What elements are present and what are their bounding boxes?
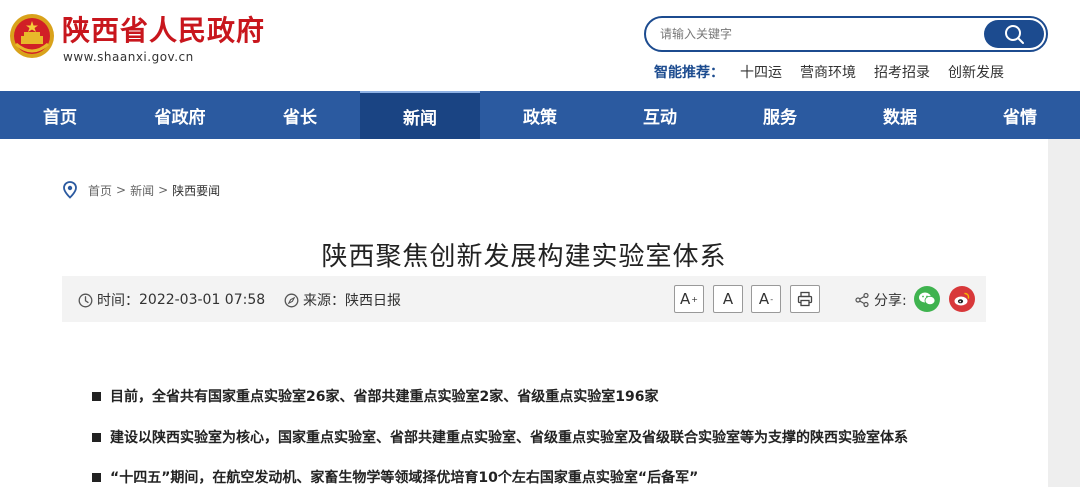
font-reset-button[interactable]: A	[713, 285, 743, 313]
nav-item-news[interactable]: 新闻	[360, 91, 480, 139]
breadcrumb: 首页 > 新闻 > 陕西要闻	[62, 181, 220, 199]
wechat-share-button[interactable]	[914, 286, 940, 312]
recommend-item[interactable]: 营商环境	[800, 62, 856, 82]
time-label: 时间：	[97, 293, 139, 309]
share-label: 分享:	[854, 290, 907, 310]
nav-item-governor[interactable]: 省长	[240, 91, 360, 139]
print-button[interactable]	[790, 285, 820, 313]
recommend-label: 智能推荐：	[654, 65, 724, 81]
wechat-icon	[919, 292, 936, 306]
weibo-icon	[954, 292, 970, 306]
font-decrease-sign: -	[770, 294, 774, 304]
article-meta-bar: 时间： 2022-03-01 07:58 来源： 陕西日报 A + A A- 分…	[62, 276, 986, 322]
recommend-item[interactable]: 创新发展	[948, 62, 1004, 82]
smart-recommend: 智能推荐： 十四运 营商环境 招考招录 创新发展	[654, 62, 1022, 82]
font-increase-label: A	[680, 290, 691, 308]
font-decrease-button[interactable]: A-	[751, 285, 781, 313]
search-button[interactable]	[984, 20, 1044, 48]
print-icon	[797, 291, 813, 307]
weibo-share-button[interactable]	[949, 286, 975, 312]
bullet-square-icon	[92, 391, 101, 401]
article-title: 陕西聚焦创新发展构建实验室体系	[321, 242, 727, 272]
breadcrumb-news[interactable]: 新闻	[130, 182, 154, 199]
font-increase-button[interactable]: A +	[674, 285, 704, 313]
font-decrease-label: A	[758, 290, 770, 308]
nav-item-home[interactable]: 首页	[0, 91, 120, 139]
source-value: 陕西日报	[345, 293, 401, 309]
main-nav: 首页 省政府 省长 新闻 政策 互动 服务 数据 省情	[0, 91, 1080, 139]
clock-icon	[78, 293, 93, 307]
breadcrumb-shaanxi-news[interactable]: 陕西要闻	[172, 182, 220, 199]
summary-bullet: 目前，全省共有国家重点实验室26家、省部共建重点实验室2家、省级重点实验室196…	[92, 386, 658, 406]
share-icon	[855, 292, 869, 308]
nav-item-data[interactable]: 数据	[840, 91, 960, 139]
search-icon	[1005, 25, 1024, 44]
nav-item-interaction[interactable]: 互动	[600, 91, 720, 139]
site-header: 陕西省人民政府 www.shaanxi.gov.cn 智能推荐： 十四运 营商环…	[0, 0, 1080, 91]
font-reset-label: A	[722, 290, 734, 308]
nav-item-provincial-government[interactable]: 省政府	[120, 91, 240, 139]
bullet-text: 建设以陕西实验室为核心，国家重点实验室、省部共建重点实验室、省级重点实验室及省级…	[110, 430, 908, 446]
summary-bullet: “十四五”期间，在航空发动机、家畜生物学等领域择优培育10个左右国家重点实验室“…	[92, 467, 698, 487]
recommend-item[interactable]: 招考招录	[874, 62, 930, 82]
source-label: 来源：	[303, 293, 345, 309]
search-input[interactable]	[660, 25, 970, 43]
site-domain: www.shaanxi.gov.cn	[63, 50, 194, 64]
bullet-text: “十四五”期间，在航空发动机、家畜生物学等领域择优培育10个左右国家重点实验室“…	[110, 470, 699, 486]
location-pin-icon	[63, 181, 77, 199]
nav-item-services[interactable]: 服务	[720, 91, 840, 139]
publish-time: 时间： 2022-03-01 07:58	[78, 290, 265, 310]
compass-icon	[284, 293, 299, 307]
search-box	[644, 16, 1048, 52]
breadcrumb-separator: >	[158, 183, 169, 197]
time-value: 2022-03-01 07:58	[139, 292, 266, 308]
national-emblem-icon[interactable]	[8, 12, 56, 60]
recommend-item[interactable]: 十四运	[740, 62, 782, 82]
summary-bullet: 建设以陕西实验室为核心，国家重点实验室、省部共建重点实验室、省级重点实验室及省级…	[92, 427, 908, 447]
nav-item-policy[interactable]: 政策	[480, 91, 600, 139]
bullet-text: 目前，全省共有国家重点实验室26家、省部共建重点实验室2家、省级重点实验室196…	[110, 389, 659, 405]
breadcrumb-home[interactable]: 首页	[88, 182, 112, 199]
font-increase-sign: +	[691, 294, 698, 304]
site-title[interactable]: 陕西省人民政府	[62, 14, 265, 48]
breadcrumb-separator: >	[116, 183, 127, 197]
article-source: 来源： 陕西日报	[284, 290, 401, 310]
nav-item-province-info[interactable]: 省情	[960, 91, 1080, 139]
scrollbar-gutter[interactable]	[1048, 139, 1080, 487]
bullet-square-icon	[92, 432, 101, 442]
share-text: 分享:	[874, 293, 907, 309]
bullet-square-icon	[92, 472, 101, 482]
